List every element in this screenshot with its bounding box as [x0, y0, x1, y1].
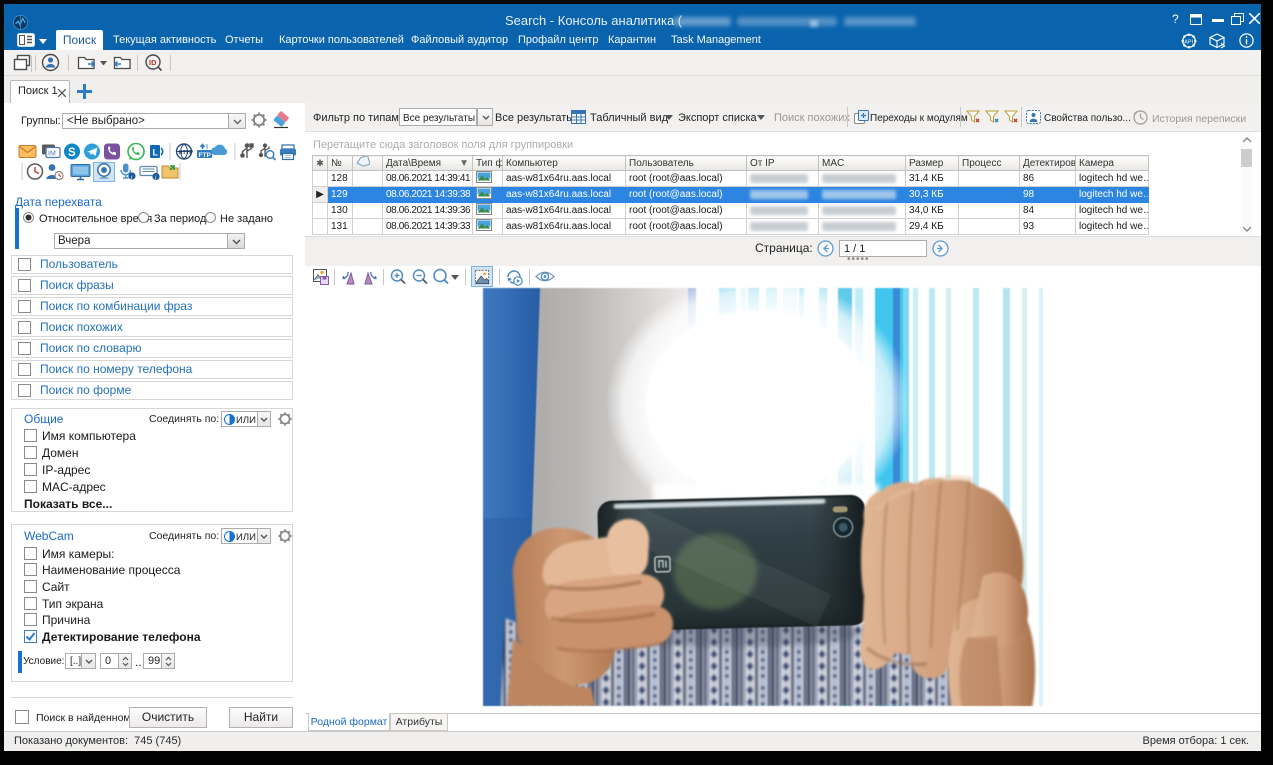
svg-text:i: i: [131, 174, 133, 181]
svg-text:ID: ID: [149, 58, 157, 67]
svg-text:IM: IM: [48, 151, 56, 158]
svg-text:L: L: [153, 148, 159, 158]
svg-text:i: i: [155, 174, 157, 181]
svg-text:S: S: [68, 147, 76, 159]
svg-text:HTTP: HTTP: [179, 150, 194, 156]
svg-text:FTP: FTP: [199, 152, 212, 159]
svg-text:API: API: [1184, 40, 1193, 46]
